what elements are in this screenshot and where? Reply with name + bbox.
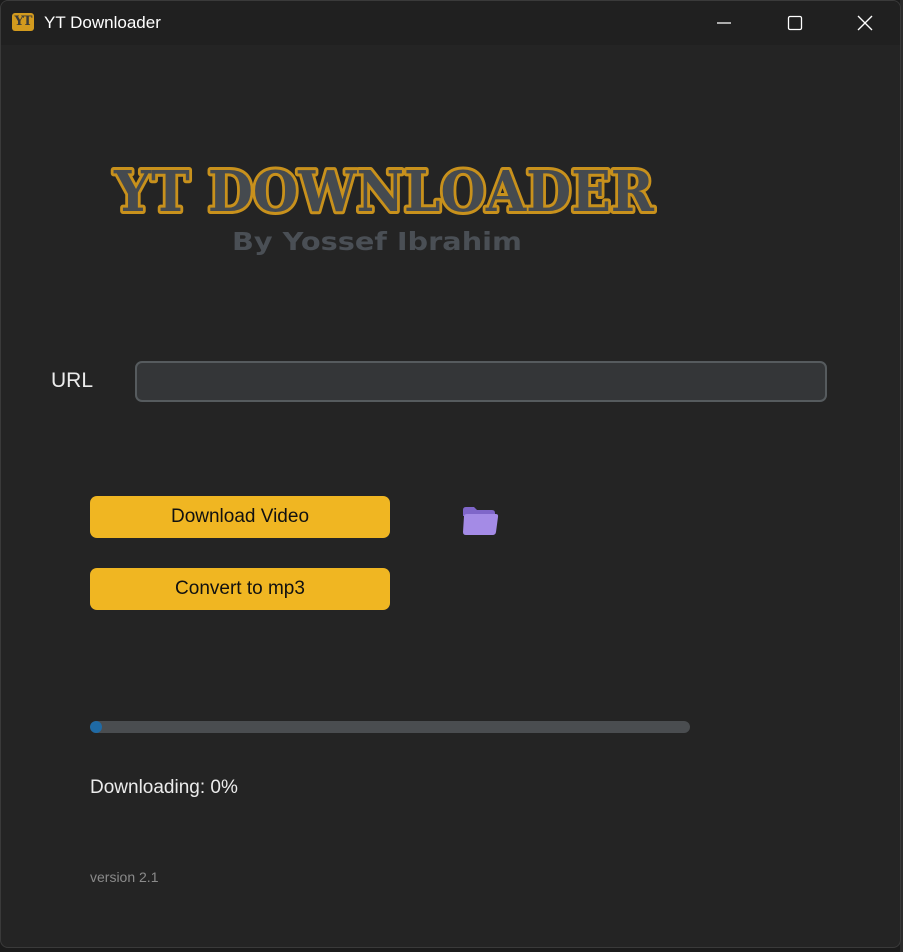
url-label: URL: [51, 369, 94, 392]
close-button[interactable]: [835, 1, 895, 45]
logo-title: YT DOWNLOADER: [113, 159, 654, 225]
convert-to-mp3-button[interactable]: Convert to mp3: [90, 568, 390, 610]
maximize-icon: [787, 15, 803, 31]
download-status-text: Downloading: 0%: [90, 777, 238, 798]
maximize-button[interactable]: [765, 1, 825, 45]
minimize-button[interactable]: [694, 1, 754, 45]
folder-icon[interactable]: [461, 504, 499, 536]
app-window: YT YT Downloader YT DOWNLOADER By Yossef…: [0, 0, 901, 948]
download-video-button[interactable]: Download Video: [90, 496, 390, 538]
version-label: version 2.1: [90, 869, 159, 885]
title-bar: YT YT Downloader: [1, 1, 900, 45]
download-progress-bar: [90, 721, 690, 733]
yt-downloader-logo: YT DOWNLOADER By Yossef Ibrahim: [110, 156, 657, 256]
logo-subtitle: By Yossef Ibrahim: [232, 227, 522, 256]
close-icon: [857, 15, 873, 31]
progress-fill: [90, 721, 102, 733]
app-logo-icon: YT: [12, 13, 34, 31]
window-title: YT Downloader: [44, 13, 161, 32]
url-input[interactable]: [135, 361, 827, 402]
minimize-icon: [717, 22, 731, 24]
